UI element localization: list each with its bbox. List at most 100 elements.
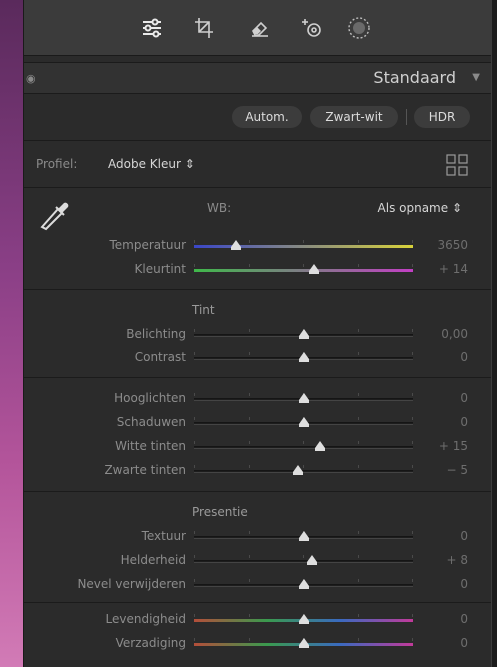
tick-mark xyxy=(412,555,413,558)
slider-ticks xyxy=(194,465,413,469)
slider-row-vibrance: Levendigheid 0 xyxy=(24,609,492,631)
slider-value[interactable]: 0 xyxy=(460,577,468,591)
tick-mark xyxy=(194,555,195,558)
slider-row-dehaze: Nevel verwijderen 0 xyxy=(24,574,492,596)
heal-icon[interactable] xyxy=(299,14,327,42)
slider-thumb[interactable] xyxy=(314,441,325,451)
tick-mark xyxy=(194,393,195,396)
slider-thumb[interactable] xyxy=(298,352,309,362)
auto-button[interactable]: Autom. xyxy=(232,106,302,128)
tick-mark xyxy=(249,240,250,243)
slider-value[interactable]: 0 xyxy=(460,350,468,364)
tick-mark xyxy=(412,441,413,444)
slider-thumb[interactable] xyxy=(298,417,309,427)
slider-row-texture: Textuur 0 xyxy=(24,526,492,548)
profile-label: Profiel: xyxy=(36,157,78,171)
tick-mark xyxy=(412,264,413,267)
slider-track[interactable] xyxy=(194,269,413,272)
tick-mark xyxy=(249,638,250,641)
slider-row-shadows: Schaduwen 0 xyxy=(24,412,492,434)
panel-scrollbar[interactable] xyxy=(491,0,497,667)
slider-thumb[interactable] xyxy=(298,531,309,541)
slider-track[interactable] xyxy=(194,560,413,563)
slider-value[interactable]: 0 xyxy=(460,636,468,650)
tick-mark xyxy=(194,638,195,641)
preset-name: Standaard xyxy=(373,68,456,87)
mask-icon[interactable] xyxy=(345,14,373,42)
tick-mark xyxy=(303,441,304,444)
tick-mark xyxy=(249,555,250,558)
slider-thumb[interactable] xyxy=(230,240,241,250)
slider-thumb[interactable] xyxy=(307,555,318,565)
tick-mark xyxy=(303,264,304,267)
tick-mark xyxy=(249,393,250,396)
slider-row-contrast: Contrast 0 xyxy=(24,347,492,369)
slider-thumb[interactable] xyxy=(298,329,309,339)
slider-value[interactable]: + 14 xyxy=(439,262,468,276)
slider-label: Hooglichten xyxy=(114,391,186,405)
slider-value[interactable]: 0 xyxy=(460,612,468,626)
tick-mark xyxy=(412,352,413,355)
wb-label: WB: xyxy=(207,201,232,215)
tick-mark xyxy=(358,393,359,396)
tick-mark xyxy=(358,441,359,444)
slider-thumb[interactable] xyxy=(298,614,309,624)
tick-mark xyxy=(249,465,250,468)
slider-thumb[interactable] xyxy=(309,264,320,274)
slider-row-whites: Witte tinten + 15 xyxy=(24,436,492,458)
slider-label: Witte tinten xyxy=(115,439,186,453)
slider-thumb[interactable] xyxy=(298,579,309,589)
slider-value[interactable]: − 5 xyxy=(446,463,468,477)
slider-track[interactable] xyxy=(194,446,413,449)
tick-mark xyxy=(358,531,359,534)
black-white-button[interactable]: Zwart-wit xyxy=(310,106,398,128)
slider-label: Contrast xyxy=(134,350,186,364)
crop-icon[interactable] xyxy=(190,14,218,42)
chevron-down-icon[interactable]: ▼ xyxy=(472,72,480,83)
tick-mark xyxy=(358,264,359,267)
hdr-button[interactable]: HDR xyxy=(414,106,470,128)
slider-row-exposure: Belichting 0,00 xyxy=(24,324,492,346)
slider-ticks xyxy=(194,264,413,268)
tick-mark xyxy=(412,329,413,332)
sliders-icon[interactable] xyxy=(138,14,166,42)
wb-select[interactable]: Als opname ⇕ xyxy=(378,201,462,215)
slider-label: Helderheid xyxy=(120,553,186,567)
slider-label: Schaduwen xyxy=(116,415,186,429)
slider-value[interactable]: 0 xyxy=(460,529,468,543)
tick-mark xyxy=(194,579,195,582)
eraser-icon[interactable] xyxy=(246,14,274,42)
tick-mark xyxy=(249,579,250,582)
slider-ticks xyxy=(194,240,413,244)
slider-thumb[interactable] xyxy=(298,393,309,403)
preset-header[interactable]: ◉ Standaard ▼ xyxy=(24,62,492,94)
tick-mark xyxy=(412,465,413,468)
slider-thumb[interactable] xyxy=(298,638,309,648)
slider-row-blacks: Zwarte tinten − 5 xyxy=(24,460,492,482)
slider-label: Kleurtint xyxy=(134,262,186,276)
slider-row-tint: Kleurtint + 14 xyxy=(24,259,492,281)
eye-icon[interactable]: ◉ xyxy=(26,72,36,85)
tick-mark xyxy=(194,531,195,534)
section-title-tint: Tint xyxy=(192,303,215,317)
slider-value[interactable]: 0 xyxy=(460,391,468,405)
tick-mark xyxy=(412,614,413,617)
slider-track[interactable] xyxy=(194,470,413,473)
slider-value[interactable]: + 8 xyxy=(446,553,468,567)
eyedropper-icon[interactable] xyxy=(34,193,74,233)
tick-mark xyxy=(358,417,359,420)
profile-browser-icon[interactable] xyxy=(446,154,468,176)
tick-mark xyxy=(194,417,195,420)
slider-row-highlights: Hooglichten 0 xyxy=(24,388,492,410)
tick-mark xyxy=(412,531,413,534)
slider-value[interactable]: 0,00 xyxy=(441,327,468,341)
slider-ticks xyxy=(194,555,413,559)
slider-value[interactable]: 0 xyxy=(460,415,468,429)
tick-mark xyxy=(412,638,413,641)
slider-track[interactable] xyxy=(194,245,413,248)
profile-select[interactable]: Adobe Kleur ⇕ xyxy=(108,157,195,171)
slider-value[interactable]: 3650 xyxy=(437,238,468,252)
slider-thumb[interactable] xyxy=(293,465,304,475)
tick-mark xyxy=(249,352,250,355)
slider-value[interactable]: + 15 xyxy=(439,439,468,453)
